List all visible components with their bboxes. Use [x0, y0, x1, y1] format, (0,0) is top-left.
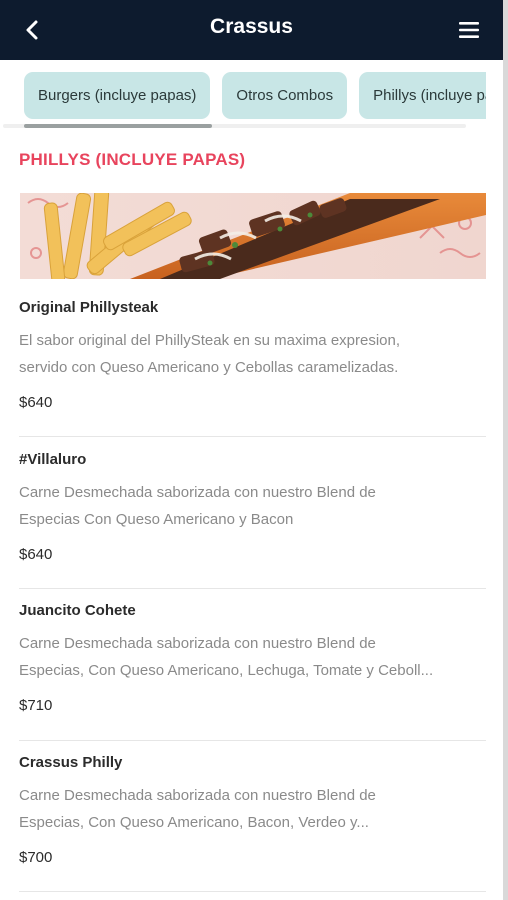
item-name: Juancito Cohete: [19, 602, 136, 619]
item-price: $640: [19, 546, 53, 563]
philly-fries-photo: [20, 193, 486, 279]
category-chips-row: Burgers (incluye papas) Otros Combos Phi…: [24, 72, 486, 119]
item-description-line: Especias, Con Queso Americano, Bacon, Ve…: [19, 814, 369, 831]
window-edge: [503, 0, 508, 900]
item-name: #Villaluro: [19, 451, 87, 468]
item-divider: [19, 740, 486, 741]
page-title: Crassus: [210, 15, 293, 38]
item-description-line: El sabor original del PhillySteak en su …: [19, 332, 401, 349]
item-divider: [19, 588, 486, 589]
item-divider: [19, 891, 486, 892]
item-description-line: Especias, Con Queso Americano, Lechuga, …: [19, 662, 434, 679]
item-description: Carne Desmechada saborizada con nuestro …: [19, 630, 486, 684]
section-banner-image: [20, 193, 486, 279]
item-description-line: Carne Desmechada saborizada con nuestro …: [19, 635, 376, 652]
section-title: PHILLYS (INCLUYE PAPAS): [19, 150, 246, 169]
item-price: $710: [19, 697, 53, 714]
category-chip-phillys[interactable]: Phillys (incluye papas): [359, 72, 486, 119]
menu-item[interactable]: Original Phillysteak El sabor original d…: [19, 299, 486, 411]
item-description-line: Carne Desmechada saborizada con nuestro …: [19, 484, 376, 501]
hamburger-menu-icon: [459, 22, 479, 38]
menu-button[interactable]: [453, 14, 485, 46]
item-price: $640: [19, 394, 53, 411]
menu-item[interactable]: #Villaluro Carne Desmechada saborizada c…: [19, 451, 486, 563]
category-tabs[interactable]: Burgers (incluye papas) Otros Combos Phi…: [20, 60, 486, 132]
item-name: Crassus Philly: [19, 754, 123, 771]
item-description: Carne Desmechada saborizada con nuestro …: [19, 479, 486, 533]
item-price: $700: [19, 849, 53, 866]
app-screen: Crassus Burgers (incluye papas) Otros Co…: [0, 0, 503, 900]
category-chip-otros-combos[interactable]: Otros Combos: [222, 72, 348, 119]
item-divider: [19, 436, 486, 437]
item-description-line: Especias Con Queso Americano y Bacon: [19, 511, 294, 528]
item-name: Original Phillysteak: [19, 299, 159, 316]
category-chip-burgers[interactable]: Burgers (incluye papas): [24, 72, 211, 119]
item-description-line: Carne Desmechada saborizada con nuestro …: [19, 787, 376, 804]
item-description-line: servido con Queso Americano y Cebollas c…: [19, 359, 399, 376]
item-description: Carne Desmechada saborizada con nuestro …: [19, 782, 486, 836]
menu-item[interactable]: Juancito Cohete Carne Desmechada saboriz…: [19, 602, 486, 714]
menu-item[interactable]: Crassus Philly Carne Desmechada saboriza…: [19, 754, 486, 866]
top-bar: Crassus: [0, 0, 503, 60]
category-scrollbar-thumb[interactable]: [24, 124, 212, 128]
item-description: El sabor original del PhillySteak en su …: [19, 327, 486, 381]
